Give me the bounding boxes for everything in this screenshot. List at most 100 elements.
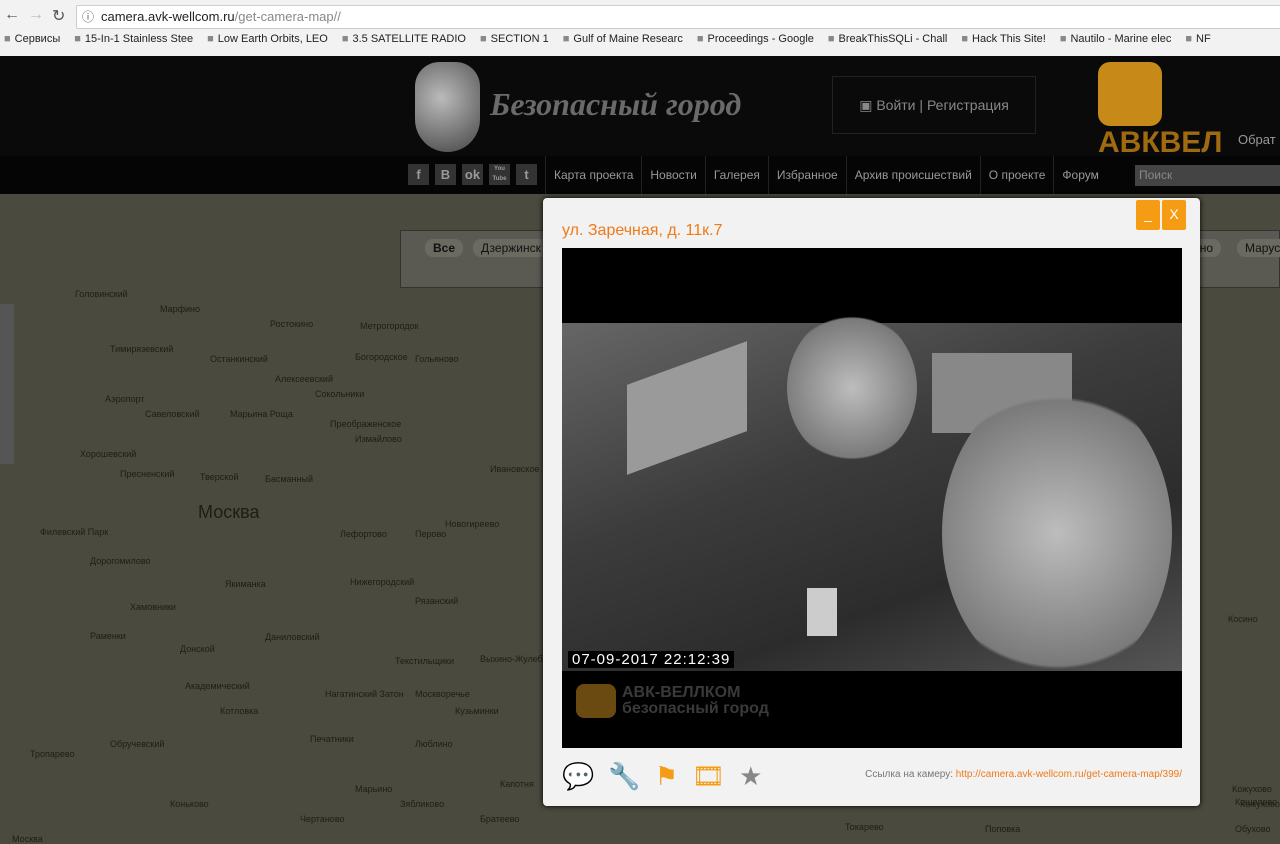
menu-item[interactable]: Избранное (767, 156, 846, 194)
bookmark-icon: ■ (827, 33, 835, 45)
watermark-line1: АВК-ВЕЛЛКОМ (622, 684, 741, 701)
map-label: Пресненский (120, 469, 175, 479)
forward-icon[interactable]: → (28, 6, 44, 24)
camera-dialog: ул. Заречная, д. 11к.7 _ X 07-09-2017 22… (543, 198, 1200, 806)
bookmark-icon: ■ (341, 33, 349, 45)
camera-link-url[interactable]: http://camera.avk-wellcom.ru/get-camera-… (956, 769, 1182, 780)
bookmark-icon: ■ (4, 33, 11, 45)
social-icon[interactable]: ok (462, 164, 483, 185)
video-timestamp: 07-09-2017 22:12:39 (568, 651, 735, 668)
bookmark-icon: ■ (207, 33, 214, 45)
bookmark-item[interactable]: ■ NF (1185, 33, 1210, 53)
wrench-icon[interactable]: 🔧 (608, 761, 640, 791)
minimize-button[interactable]: _ (1136, 200, 1160, 230)
url-path: /get-camera-map// (234, 9, 341, 24)
close-button[interactable]: X (1162, 200, 1186, 230)
map-label: Якиманка (225, 579, 266, 589)
bookmark-label: SECTION 1 (490, 33, 549, 45)
map-label: Аэропорт (105, 394, 145, 404)
bookmark-icon: ■ (1185, 33, 1192, 45)
filter-item[interactable]: Дзержинск (473, 239, 549, 257)
bookmark-item[interactable]: ■ Сервисы (4, 33, 60, 53)
bookmark-item[interactable]: ■ Nautilo - Marine elec (1060, 33, 1172, 53)
bookmark-label: Proceedings - Google (707, 33, 814, 45)
bookmark-label: Nautilo - Marine elec (1070, 33, 1172, 45)
info-icon[interactable]: ⓘ (82, 6, 94, 28)
bookmark-item[interactable]: ■ 15-In-1 Stainless Stee (74, 33, 193, 53)
register-link[interactable]: Регистрация (927, 97, 1009, 113)
camera-video[interactable]: 07-09-2017 22:12:39 АВК-ВЕЛЛКОМ безопасны… (562, 248, 1182, 748)
menu-items: Карта проекта Новости Галерея Избранное Архи… (545, 156, 1107, 194)
bookmark-item[interactable]: ■ SECTION 1 (480, 33, 549, 53)
menu-item[interactable]: Архив происшествий (845, 156, 980, 194)
map-label: Тропарево (30, 749, 75, 759)
social-icon[interactable]: B (435, 164, 456, 185)
map-label: Новогиреево (445, 519, 500, 529)
login-icon: ▣ (859, 97, 877, 113)
menu-item[interactable]: О проекте (979, 156, 1054, 194)
map-label: Ростокино (270, 319, 314, 329)
zoom-slider[interactable] (0, 304, 14, 464)
map-label: Преображенское (330, 419, 402, 429)
map-label: Хамовники (130, 602, 176, 612)
brand-name: АВКВЕЛ (1098, 126, 1223, 159)
site-header: Безопасный город ▣ Войти | Регистрация А… (0, 56, 1280, 159)
map-label: Хорошевский (80, 449, 137, 459)
map-label: Метрогородок (360, 321, 419, 331)
honeycomb-icon (1098, 62, 1162, 126)
bookmark-item[interactable]: ■ Proceedings - Google (697, 33, 814, 53)
menu-item[interactable]: Форум (1053, 156, 1106, 194)
map-label: Академический (185, 681, 250, 691)
bookmark-item[interactable]: ■ 3.5 SATELLITE RADIO (342, 33, 466, 53)
map-label: Марьино (355, 784, 393, 794)
map-label: Печатники (310, 734, 354, 744)
bookmark-item[interactable]: ■ Hack This Site! (961, 33, 1045, 53)
map-label: Алексеевский (275, 374, 333, 384)
flag-icon[interactable]: ⚑ (655, 761, 678, 791)
feedback-link[interactable]: Обрат (1238, 132, 1276, 147)
social-icon[interactable]: You Tube (489, 164, 510, 185)
bookmark-item[interactable]: ■ Gulf of Maine Researc (563, 33, 683, 53)
back-icon[interactable]: ← (4, 6, 20, 24)
menu-item[interactable]: Новости (641, 156, 704, 194)
star-icon[interactable]: ★ (739, 761, 762, 791)
bookmark-label: Low Earth Orbits, LEO (217, 33, 328, 45)
map-label: Москворечье (415, 689, 470, 699)
browser-chrome: ← → ↻ ⓘ camera.avk-wellcom.ru/get-camera… (0, 0, 1280, 56)
bookmark-icon: ■ (696, 33, 704, 45)
map-label: Останкинский (210, 354, 268, 364)
login-box: ▣ Войти | Регистрация (832, 76, 1036, 134)
bookmark-label: 15-In-1 Stainless Stee (84, 33, 194, 45)
site-title[interactable]: Безопасный город (490, 86, 741, 123)
menu-item[interactable]: Карта проекта (545, 156, 641, 194)
filter-all[interactable]: Все (425, 239, 464, 257)
social-icon[interactable]: t (516, 164, 537, 185)
bookmarks-bar: ■ Сервисы ■ 15-In-1 Stainless Stee ■ Low Eart… (0, 33, 1211, 53)
bookmark-label: NF (1196, 33, 1211, 45)
map-label: Богородское (355, 352, 408, 362)
bookmark-item[interactable]: ■ BreakThisSQLi - Chall (828, 33, 947, 53)
map-label: Текстильщики (395, 656, 455, 666)
map-label: Перово (415, 529, 447, 539)
map-label: Савеловский (145, 409, 200, 419)
login-link[interactable]: Войти (876, 97, 915, 113)
film-icon[interactable]: 🎞 (692, 761, 725, 791)
map-label: Капотня (500, 779, 534, 789)
bookmark-item[interactable]: ■ Low Earth Orbits, LEO (207, 33, 328, 53)
tree-shape (942, 383, 1172, 683)
search-input[interactable]: Поиск (1135, 165, 1280, 186)
main-menu: f Bok You Tube t Карта проекта Новости Галере… (0, 156, 1280, 194)
bookmark-label: Hack This Site! (972, 33, 1046, 45)
social-icon[interactable]: f (408, 164, 429, 185)
camera-link-label: Ссылка на камеру: (865, 769, 954, 780)
map-label: Нагатинский Затон (325, 689, 404, 699)
comments-icon[interactable]: 💬 0 (562, 761, 594, 791)
map-label: Измайлово (355, 434, 402, 444)
address-bar[interactable]: ⓘ camera.avk-wellcom.ru/get-camera-map// (76, 5, 1280, 29)
map-label: Дорогомилово (90, 556, 151, 566)
filter-item[interactable]: Марус (1237, 239, 1280, 257)
bookmark-icon: ■ (562, 33, 570, 45)
menu-item[interactable]: Галерея (704, 156, 768, 194)
reload-icon[interactable]: ↻ (52, 6, 65, 26)
map-label: Филевский Парк (40, 527, 109, 537)
